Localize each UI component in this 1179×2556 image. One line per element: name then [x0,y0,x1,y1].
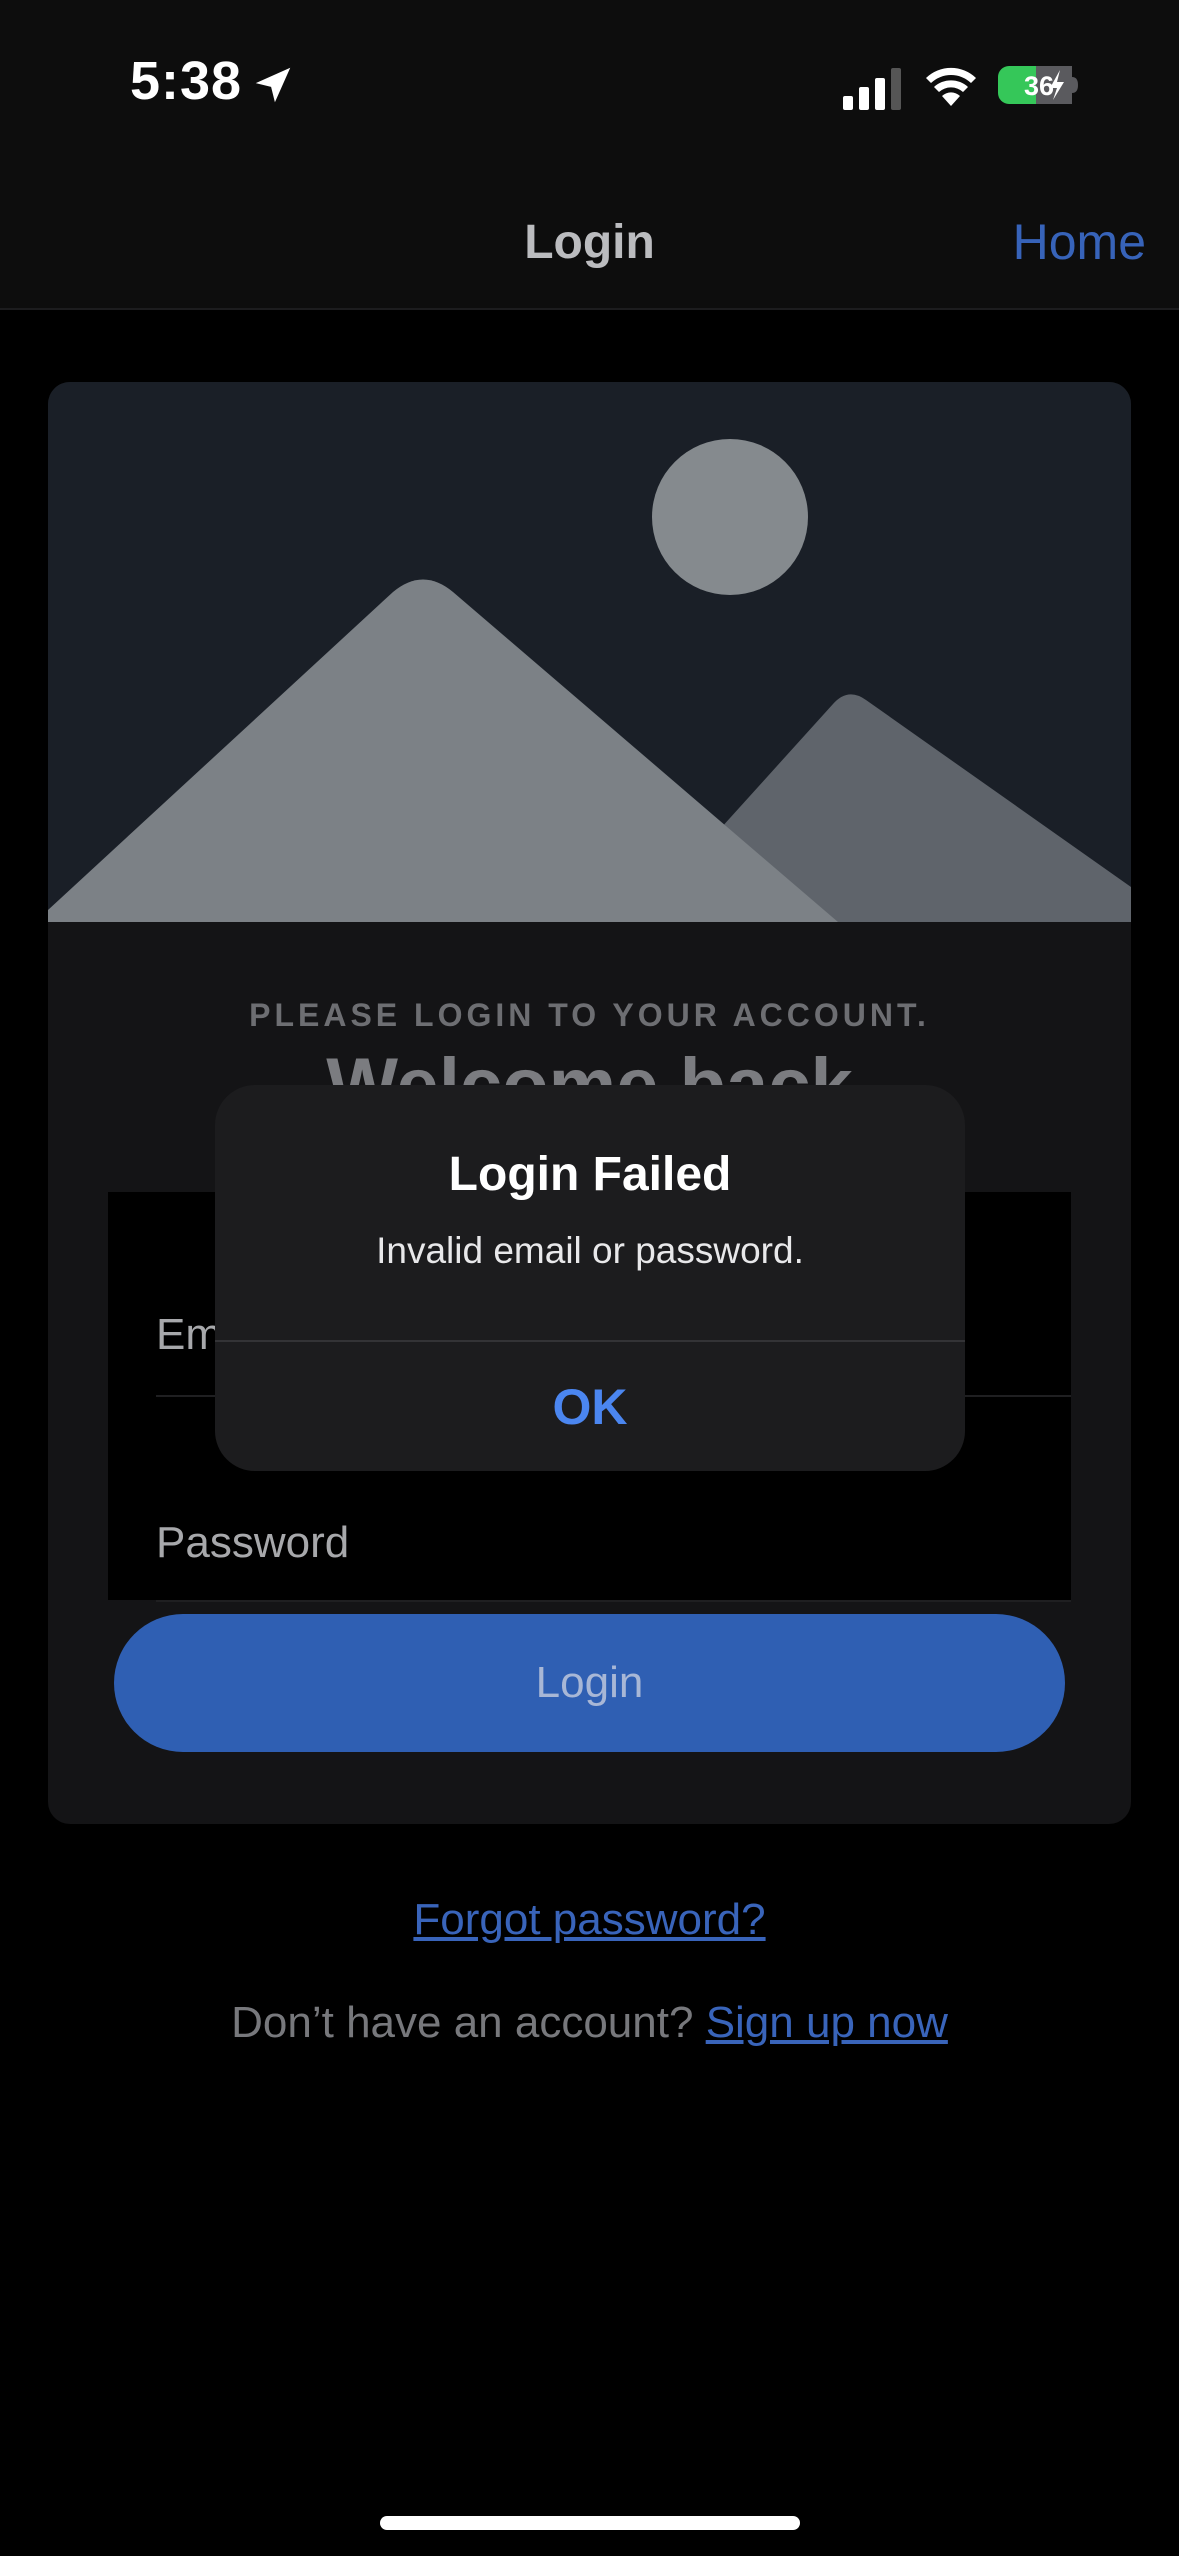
forgot-password-link[interactable]: Forgot password? [0,1895,1179,1945]
login-button[interactable]: Login [114,1614,1065,1752]
signup-link[interactable]: Sign up now [706,1998,948,2047]
password-underline [156,1600,1071,1602]
battery-charging-icon: 36 [998,66,1078,104]
status-time: 5:38 [130,51,243,111]
battery-level-text: 36 [1024,71,1054,101]
page-title: Login [524,216,655,269]
signup-row: Don’t have an account? Sign up now [0,1998,1179,2048]
alert-title: Login Failed [448,1148,732,1201]
home-indicator[interactable] [380,2516,800,2530]
subtitle: PLEASE LOGIN TO YOUR ACCOUNT. [249,997,930,1033]
location-arrow-icon [255,67,291,103]
wifi-icon [926,67,976,106]
home-button[interactable]: Home [1013,213,1146,271]
image-placeholder-icon [48,382,1131,922]
alert-message: Invalid email or password. [376,1230,804,1271]
alert-dialog: Login Failed Invalid email or password. … [215,1085,965,1471]
alert-ok-button[interactable]: OK [215,1342,965,1471]
password-field[interactable]: Password [156,1518,349,1568]
signup-prompt: Don’t have an account? [231,1998,694,2047]
signal-icon [843,68,901,110]
